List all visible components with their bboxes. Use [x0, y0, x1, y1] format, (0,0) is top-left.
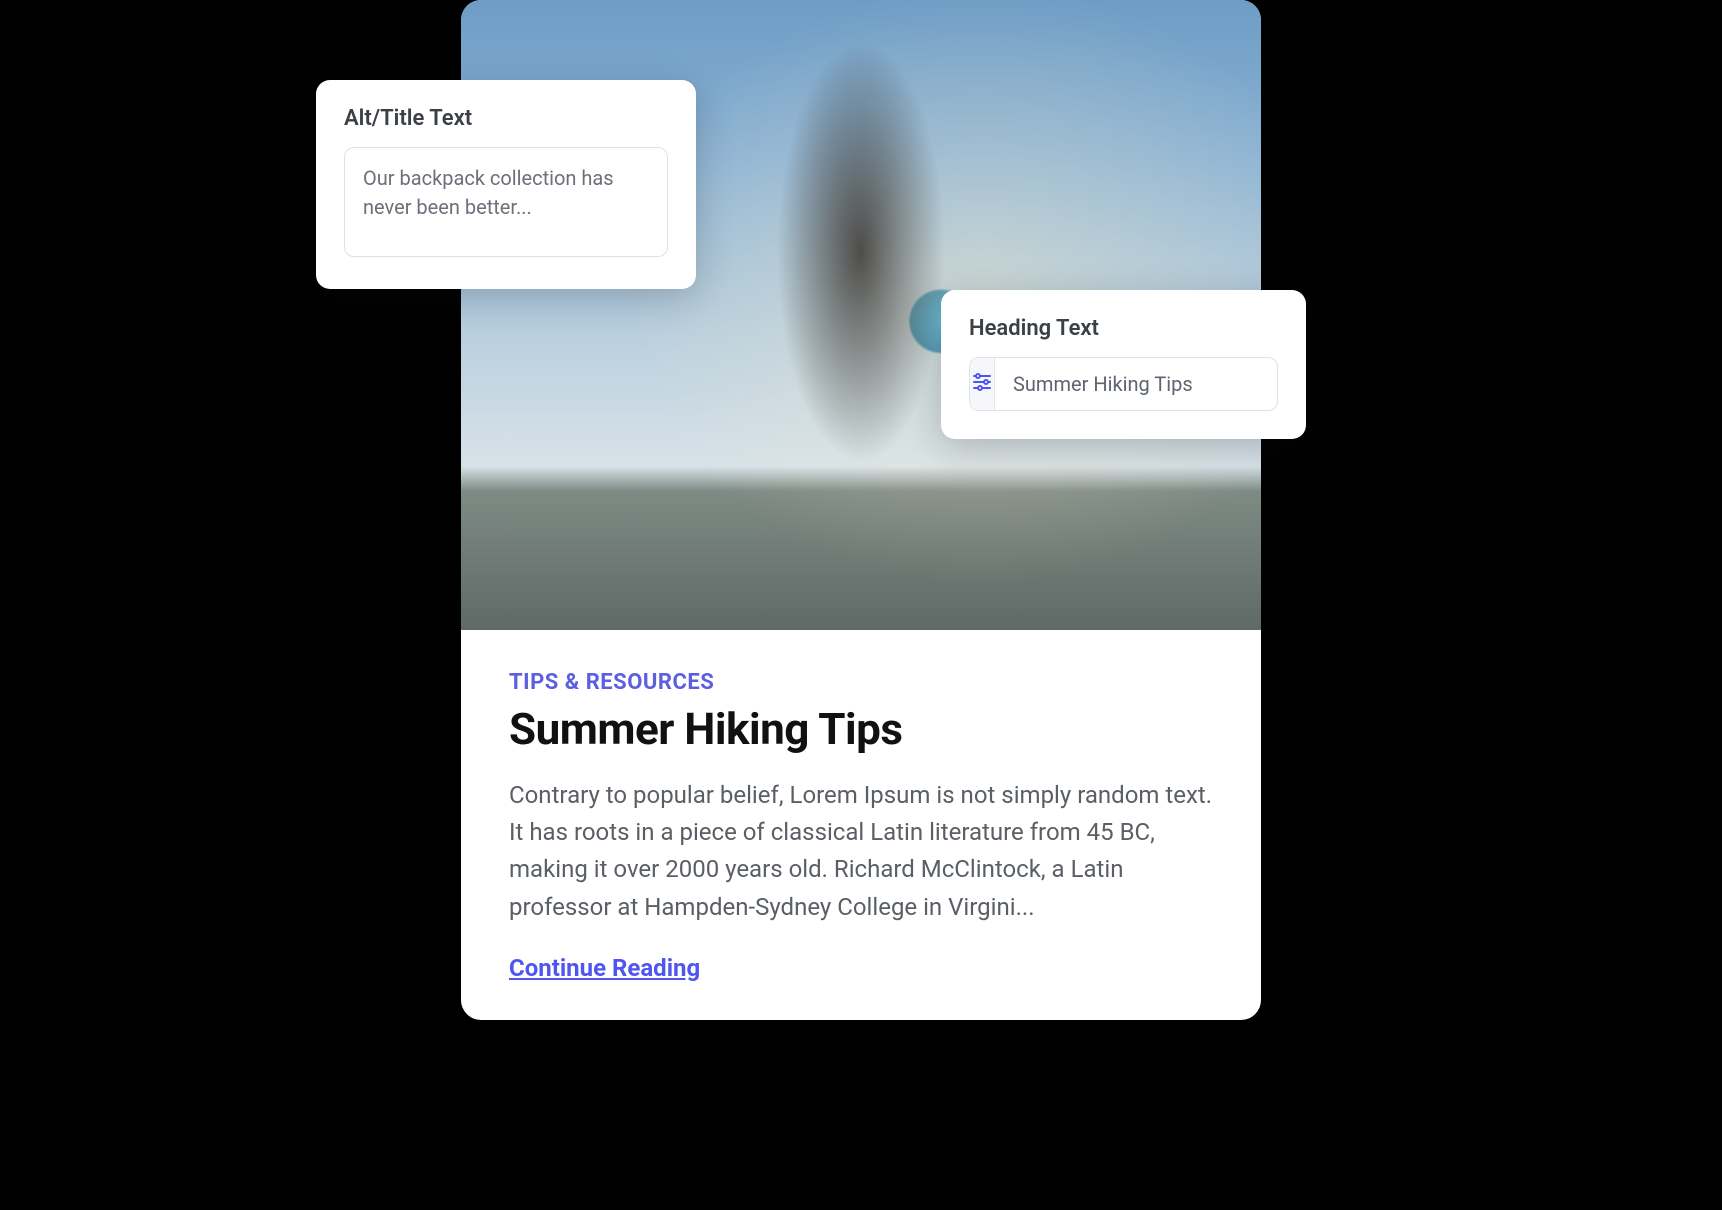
heading-text-popover: Heading Text [941, 290, 1306, 439]
article-excerpt: Contrary to popular belief, Lorem Ipsum … [509, 777, 1213, 926]
heading-text-label: Heading Text [969, 316, 1278, 341]
alt-text-input[interactable] [344, 147, 668, 257]
article-headline: Summer Hiking Tips [509, 703, 1213, 755]
alt-text-popover: Alt/Title Text [316, 80, 696, 289]
heading-input-row [969, 357, 1278, 411]
blog-card-body: TIPS & RESOURCES Summer Hiking Tips Cont… [461, 630, 1261, 1020]
alt-text-label: Alt/Title Text [344, 106, 668, 131]
heading-text-input[interactable] [995, 358, 1278, 410]
category-eyebrow: TIPS & RESOURCES [509, 670, 1213, 695]
settings-button[interactable] [970, 358, 995, 410]
sliders-icon [970, 370, 994, 398]
continue-reading-link[interactable]: Continue Reading [509, 954, 700, 982]
